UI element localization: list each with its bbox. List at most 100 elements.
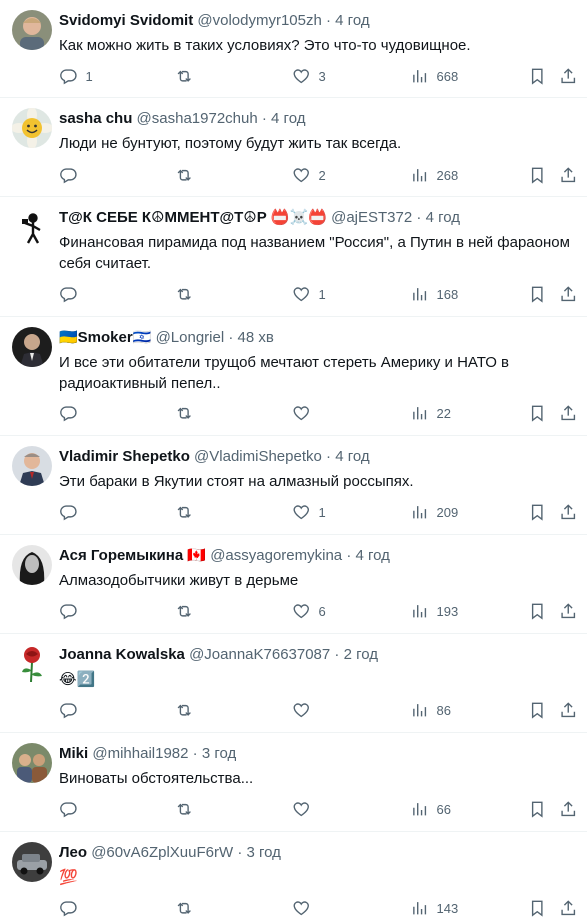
bookmark-button[interactable] — [528, 896, 547, 920]
share-button[interactable] — [559, 282, 578, 306]
like-button[interactable]: 6 — [292, 599, 326, 623]
share-button[interactable] — [559, 896, 578, 920]
tweet-time[interactable]: 4 год — [271, 110, 305, 127]
like-button[interactable]: 1 — [292, 282, 326, 306]
share-button[interactable] — [559, 797, 578, 821]
author-handle[interactable]: @mihhail1982 — [92, 745, 188, 762]
views-button[interactable]: 168 — [410, 282, 458, 306]
tweet[interactable]: Miki @mihhail1982 · 3 год Виноваты обсто… — [0, 733, 587, 832]
like-button[interactable] — [292, 698, 319, 722]
reply-button[interactable] — [59, 401, 86, 425]
views-button[interactable]: 268 — [410, 163, 458, 187]
like-button[interactable]: 2 — [292, 163, 326, 187]
author-name[interactable]: Т@К СЕБЕ К☮ММЕНТ@Т☮Р 📛☠️📛 — [59, 209, 327, 226]
reply-button[interactable] — [59, 500, 86, 524]
reply-button[interactable] — [59, 599, 86, 623]
share-button[interactable] — [559, 698, 578, 722]
author-name[interactable]: sasha chu — [59, 110, 132, 127]
tweet-time[interactable]: 48 хв — [238, 329, 274, 346]
tweet[interactable]: Svidomyi Svidomit @volodymyr105zh · 4 го… — [0, 0, 587, 98]
tweet[interactable]: sasha chu @sasha1972chuh · 4 год Люди не… — [0, 98, 587, 197]
tweet[interactable]: Т@К СЕБЕ К☮ММЕНТ@Т☮Р 📛☠️📛 @ajEST372 · 4 … — [0, 197, 587, 317]
like-button[interactable]: 1 — [292, 500, 326, 524]
tweet-time[interactable]: 4 год — [335, 448, 369, 465]
author-name[interactable]: Miki — [59, 745, 88, 762]
like-button[interactable] — [292, 401, 319, 425]
author-name[interactable]: Joanna Kowalska — [59, 646, 185, 663]
tweet-time[interactable]: 3 год — [247, 844, 281, 861]
tweet[interactable]: Ася Горемыкина 🇨🇦 @assyagoremykina · 4 г… — [0, 535, 587, 634]
retweet-button[interactable] — [175, 500, 202, 524]
retweet-button[interactable] — [175, 282, 202, 306]
reply-button[interactable] — [59, 163, 86, 187]
author-name[interactable]: 🇺🇦Smoker🇮🇱 — [59, 329, 151, 346]
views-button[interactable]: 193 — [410, 599, 458, 623]
author-handle[interactable]: @volodymyr105zh — [197, 12, 321, 29]
views-button[interactable]: 143 — [410, 896, 458, 920]
views-button[interactable]: 22 — [410, 401, 451, 425]
views-button[interactable]: 66 — [410, 797, 451, 821]
bookmark-button[interactable] — [528, 64, 547, 88]
like-button[interactable]: 3 — [292, 64, 326, 88]
bookmark-button[interactable] — [528, 401, 547, 425]
avatar[interactable] — [12, 743, 52, 783]
author-handle[interactable]: @Longriel — [156, 329, 225, 346]
author-name[interactable]: Vladimir Shepetko — [59, 448, 190, 465]
author-handle[interactable]: @JoannaK76637087 — [189, 646, 330, 663]
author-name[interactable]: Ася Горемыкина 🇨🇦 — [59, 547, 206, 564]
share-button[interactable] — [559, 500, 578, 524]
avatar[interactable] — [12, 327, 52, 367]
avatar[interactable] — [12, 108, 52, 148]
retweet-button[interactable] — [175, 163, 202, 187]
share-button[interactable] — [559, 163, 578, 187]
tweet-time[interactable]: 3 год — [202, 745, 236, 762]
bookmark-button[interactable] — [528, 282, 547, 306]
share-button[interactable] — [559, 401, 578, 425]
retweet-button[interactable] — [175, 698, 202, 722]
like-button[interactable] — [292, 797, 319, 821]
views-button[interactable]: 668 — [410, 64, 458, 88]
reply-icon — [60, 505, 77, 521]
reply-button[interactable] — [59, 698, 86, 722]
reply-button[interactable]: 1 — [59, 64, 93, 88]
tweet-time[interactable]: 4 год — [335, 12, 369, 29]
author-handle[interactable]: @VladimiShepetko — [194, 448, 322, 465]
avatar[interactable] — [12, 842, 52, 882]
share-button[interactable] — [559, 64, 578, 88]
retweet-button[interactable] — [175, 797, 202, 821]
tweet[interactable]: Joanna Kowalska @JoannaK76637087 · 2 год… — [0, 634, 587, 733]
author-handle[interactable]: @sasha1972chuh — [137, 110, 258, 127]
reply-button[interactable] — [59, 797, 86, 821]
bookmark-button[interactable] — [528, 797, 547, 821]
avatar[interactable] — [12, 545, 52, 585]
bookmark-button[interactable] — [528, 599, 547, 623]
bookmark-button[interactable] — [528, 500, 547, 524]
tweet-time[interactable]: 2 год — [344, 646, 378, 663]
author-name[interactable]: Svidomyi Svidomit — [59, 12, 193, 29]
author-handle[interactable]: @assyagoremykina — [210, 547, 342, 564]
avatar[interactable] — [12, 644, 52, 684]
author-name[interactable]: Лео — [59, 844, 87, 861]
author-handle[interactable]: @ajEST372 — [331, 209, 412, 226]
tweet-time[interactable]: 4 год — [355, 547, 389, 564]
retweet-button[interactable] — [175, 401, 202, 425]
retweet-button[interactable] — [175, 64, 202, 88]
views-button[interactable]: 86 — [410, 698, 451, 722]
bookmark-button[interactable] — [528, 698, 547, 722]
share-button[interactable] — [559, 599, 578, 623]
bookmark-button[interactable] — [528, 163, 547, 187]
tweet[interactable]: Лео @60vA6ZplXuuF6rW · 3 год 💯 143 — [0, 832, 587, 917]
avatar[interactable] — [12, 10, 52, 50]
tweet[interactable]: 🇺🇦Smoker🇮🇱 @Longriel · 48 хв И все эти о… — [0, 317, 587, 436]
like-button[interactable] — [292, 896, 319, 920]
reply-button[interactable] — [59, 896, 86, 920]
author-handle[interactable]: @60vA6ZplXuuF6rW — [91, 844, 233, 861]
tweet[interactable]: Vladimir Shepetko @VladimiShepetko · 4 г… — [0, 436, 587, 535]
avatar[interactable] — [12, 207, 52, 247]
views-button[interactable]: 209 — [410, 500, 458, 524]
avatar[interactable] — [12, 446, 52, 486]
tweet-time[interactable]: 4 год — [426, 209, 460, 226]
retweet-button[interactable] — [175, 896, 202, 920]
retweet-button[interactable] — [175, 599, 202, 623]
reply-button[interactable] — [59, 282, 86, 306]
